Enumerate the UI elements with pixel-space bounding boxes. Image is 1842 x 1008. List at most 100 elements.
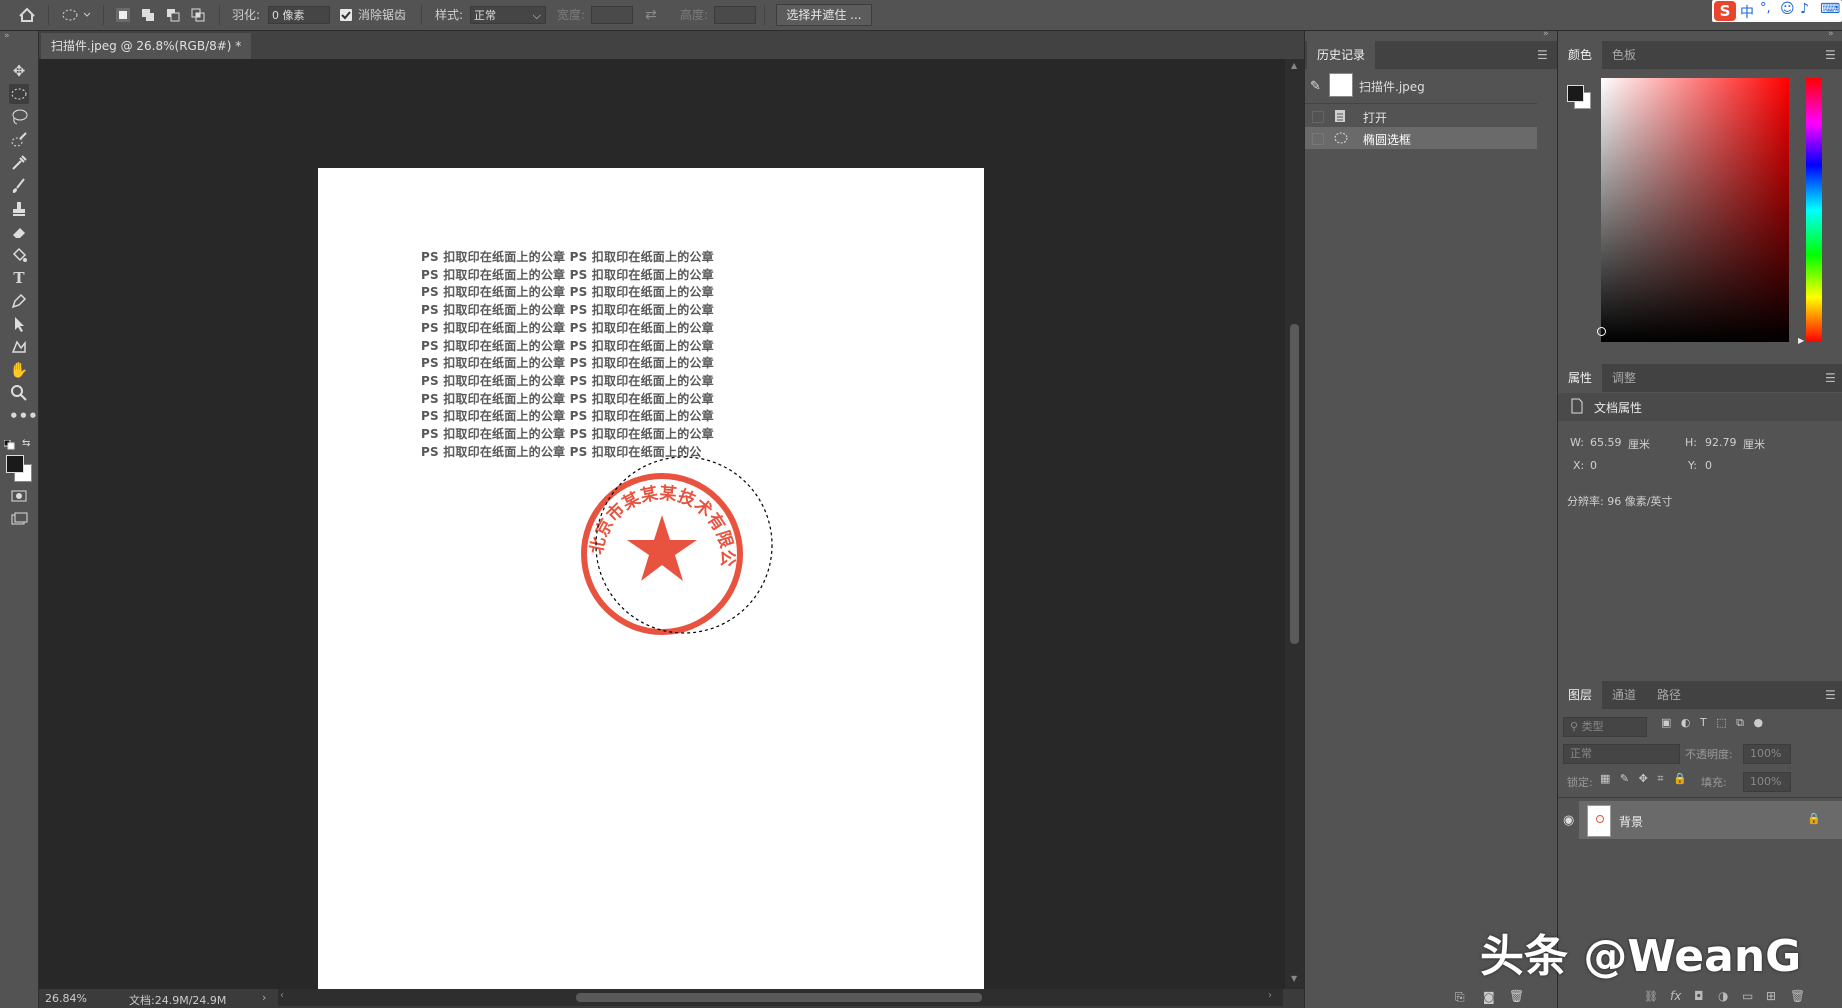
layer-name[interactable]: 背景 (1619, 813, 1643, 830)
home-icon[interactable] (18, 0, 36, 30)
lock-all-icon[interactable]: 🔒 (1673, 772, 1687, 785)
tab-properties[interactable]: 属性 (1558, 364, 1603, 392)
pen-tool-icon[interactable] (9, 291, 29, 311)
delete-layer-icon[interactable]: 🗑 (1790, 989, 1805, 1003)
lock-transparent-icon[interactable]: ▦ (1600, 772, 1610, 785)
color-picker-cursor[interactable] (1597, 327, 1606, 336)
zoom-level[interactable]: 26.84% (45, 992, 87, 1005)
panel-menu-icon[interactable]: ☰ (1825, 688, 1836, 702)
trash-icon[interactable]: 🗑 (1509, 989, 1524, 1003)
x-value[interactable]: 0 (1590, 459, 1597, 472)
filter-toggle-icon[interactable]: ● (1754, 716, 1764, 729)
panel-menu-icon[interactable]: ☰ (1537, 48, 1548, 62)
screen-mode-icon[interactable] (9, 509, 29, 529)
tool-preset-picker[interactable] (60, 0, 94, 30)
swap-colors-icon[interactable]: ⇆ (22, 438, 30, 449)
new-document-from-state-icon[interactable]: ⎘ (1455, 990, 1465, 1005)
move-tool-icon[interactable]: ✥ (9, 61, 29, 81)
antialias-checkbox[interactable] (340, 9, 352, 21)
vertical-scroll-thumb[interactable] (1290, 324, 1299, 644)
adjustment-filter-icon[interactable]: ◐ (1681, 716, 1691, 729)
tab-color[interactable]: 颜色 (1558, 41, 1603, 69)
collapse-panels-icon[interactable]: » (1828, 29, 1834, 39)
horizontal-scroll-thumb[interactable] (576, 993, 982, 1002)
eraser-tool-icon[interactable] (9, 222, 29, 242)
tab-swatches[interactable]: 色板 (1602, 41, 1646, 69)
scroll-left-icon[interactable]: ‹ (280, 990, 284, 1001)
type-filter-icon[interactable]: T (1700, 716, 1707, 729)
style-select[interactable]: 正常 ⌵ (470, 6, 546, 24)
snapshot-label[interactable]: 扫描件.jpeg (1359, 78, 1425, 95)
opacity-input[interactable]: 100% (1743, 744, 1791, 764)
ime-toolbar[interactable]: S 中 °, ☺ ♪ ⌨ (1712, 0, 1842, 22)
new-selection-button[interactable] (116, 8, 130, 22)
eyedropper-tool-icon[interactable] (9, 153, 29, 173)
layer-filter-select[interactable]: ⚲ 类型 (1563, 717, 1647, 737)
zoom-tool-icon[interactable] (9, 383, 29, 403)
hand-tool-icon[interactable]: ✋ (9, 360, 29, 380)
clone-stamp-tool-icon[interactable] (9, 199, 29, 219)
history-source-checkbox[interactable] (1312, 133, 1324, 145)
select-and-mask-button[interactable]: 选择并遮住 ... (776, 4, 872, 26)
scroll-right-icon[interactable]: › (1268, 990, 1272, 1001)
history-brush-source-icon[interactable]: ✎ (1310, 79, 1321, 94)
height-value[interactable]: 92.79 (1705, 436, 1737, 449)
vertical-scrollbar[interactable]: ▲ ▼ (1285, 59, 1304, 989)
new-layer-icon[interactable]: ⊞ (1766, 989, 1776, 1003)
smart-object-filter-icon[interactable]: ⧉ (1736, 716, 1744, 729)
elliptical-marquee-tool-icon[interactable] (9, 84, 29, 104)
tab-paths[interactable]: 路径 (1647, 681, 1691, 709)
hue-slider-marker-icon[interactable]: ▶ (1798, 336, 1804, 345)
layer-style-icon[interactable]: fx (1670, 989, 1681, 1003)
width-value[interactable]: 65.59 (1590, 436, 1622, 449)
panel-menu-icon[interactable]: ☰ (1825, 48, 1836, 62)
add-mask-icon[interactable]: ◘ (1694, 989, 1704, 1003)
layer-row[interactable]: ◉ 背景 🔒 (1563, 801, 1842, 839)
path-selection-tool-icon[interactable] (9, 314, 29, 334)
subtract-selection-button[interactable] (166, 8, 180, 22)
default-colors-icon[interactable] (3, 439, 16, 453)
scroll-up-icon[interactable]: ▲ (1291, 61, 1297, 70)
panel-menu-icon[interactable]: ☰ (1825, 371, 1836, 385)
y-value[interactable]: 0 (1705, 459, 1712, 472)
collapse-icon[interactable]: » (4, 31, 10, 41)
color-saturation-field[interactable] (1597, 78, 1789, 342)
camera-snapshot-icon[interactable]: ◙ (1483, 990, 1495, 1004)
intersect-selection-button[interactable] (191, 8, 205, 22)
eye-icon[interactable]: ◉ (1563, 813, 1574, 828)
quick-mask-icon[interactable] (9, 486, 29, 506)
new-group-icon[interactable]: ▭ (1742, 989, 1753, 1003)
history-source-checkbox[interactable] (1312, 111, 1324, 123)
history-item[interactable]: 打开 (1305, 105, 1537, 127)
canvas-area[interactable]: PS 扣取印在纸面上的公章 PS 扣取印在纸面上的公章 PS 扣取印在纸面上的公章… (39, 59, 1285, 991)
status-menu-chevron-icon[interactable]: › (262, 991, 266, 1004)
scroll-down-icon[interactable]: ▼ (1291, 974, 1297, 983)
foreground-color-swatch[interactable] (6, 455, 24, 473)
quick-selection-tool-icon[interactable] (9, 130, 29, 150)
add-selection-button[interactable] (141, 8, 155, 22)
tab-channels[interactable]: 通道 (1602, 681, 1646, 709)
type-tool-icon[interactable]: T (9, 268, 29, 288)
lock-paint-icon[interactable]: ✎ (1620, 772, 1629, 785)
document-tab[interactable]: 扫描件.jpeg @ 26.8%(RGB/8#) * × (41, 33, 251, 79)
brush-tool-icon[interactable] (9, 176, 29, 196)
fill-input[interactable]: 100% (1743, 772, 1791, 792)
shape-filter-icon[interactable]: ⬚ (1716, 716, 1726, 729)
hue-slider[interactable] (1806, 78, 1822, 342)
tab-layers[interactable]: 图层 (1558, 681, 1603, 709)
link-layers-icon[interactable]: ⛓ (1644, 990, 1658, 1003)
lock-position-icon[interactable]: ✥ (1639, 772, 1648, 785)
feather-input[interactable]: 0 像素 (268, 6, 330, 24)
color-foreground-swatch[interactable] (1567, 85, 1584, 102)
paint-bucket-tool-icon[interactable] (9, 245, 29, 265)
tab-adjustments[interactable]: 调整 (1602, 364, 1646, 392)
horizontal-scrollbar[interactable]: ‹ › (278, 989, 1283, 1006)
lasso-tool-icon[interactable] (9, 107, 29, 127)
history-item-active[interactable]: 椭圆选框 (1305, 127, 1537, 149)
pixel-filter-icon[interactable]: ▣ (1661, 716, 1671, 729)
custom-shape-tool-icon[interactable] (9, 337, 29, 357)
more-tools-icon[interactable]: ••• (9, 406, 38, 426)
collapse-panels-icon[interactable]: » (1543, 29, 1549, 39)
lock-artboard-icon[interactable]: ⌗ (1657, 772, 1663, 785)
blend-mode-select[interactable]: 正常 (1563, 744, 1680, 764)
